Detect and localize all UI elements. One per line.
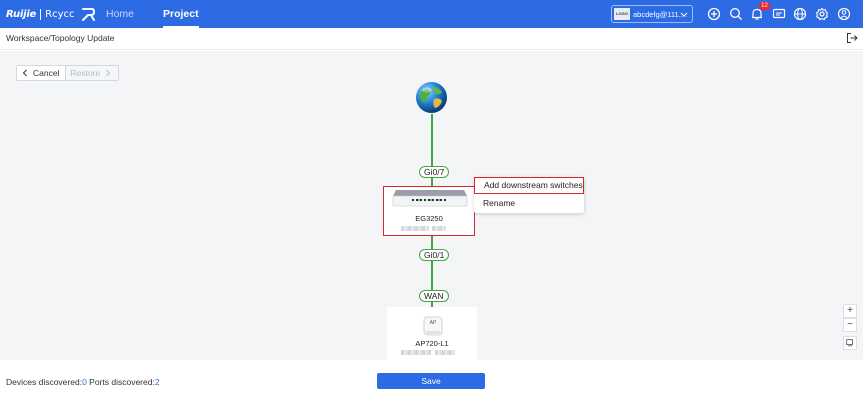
message-icon[interactable] bbox=[772, 7, 786, 21]
footer-bar: Devices discovered:0 Ports discovered:2 … bbox=[0, 360, 863, 403]
devices-discovered-label: Devices discovered: bbox=[6, 377, 83, 387]
internet-globe-icon[interactable] bbox=[415, 81, 448, 114]
gateway-masked-ip bbox=[432, 226, 446, 231]
ap-name: AP720-L1 bbox=[415, 339, 449, 348]
menu-item-add-downstream-switches[interactable]: Add downstream switches bbox=[474, 177, 584, 194]
port-label-uplink: Gi0/7 bbox=[419, 166, 450, 178]
zoom-out-button[interactable]: − bbox=[843, 318, 857, 332]
tab-home[interactable]: Home bbox=[106, 0, 134, 28]
chevron-right-icon bbox=[106, 69, 111, 77]
logo-mark-icon bbox=[81, 8, 95, 21]
logo-sub-text: Rcycc bbox=[45, 8, 75, 20]
add-circle-icon[interactable] bbox=[707, 7, 721, 21]
topology-canvas[interactable]: Cancel Restore Gi0/7 Gi0/1 WAN EG3250 Ad… bbox=[0, 51, 863, 360]
gateway-name: EG3250 bbox=[415, 214, 443, 223]
top-header: Ruijie Rcycc Home Project LOGO abcdefg@1… bbox=[0, 0, 863, 28]
cancel-button[interactable]: Cancel bbox=[17, 66, 67, 80]
fit-view-button[interactable] bbox=[843, 336, 857, 350]
port-label-ap-wan: WAN bbox=[419, 290, 449, 302]
brand-logo[interactable]: Ruijie Rcycc bbox=[6, 5, 96, 23]
ports-discovered-count[interactable]: 2 bbox=[155, 377, 160, 387]
breadcrumb: Workspace/Topology Update bbox=[6, 33, 115, 43]
save-button[interactable]: Save bbox=[377, 373, 485, 389]
chevron-down-icon bbox=[680, 12, 688, 17]
restore-label: Restore bbox=[70, 68, 101, 78]
globe-icon[interactable] bbox=[793, 7, 807, 21]
notification-badge: 12 bbox=[759, 2, 770, 10]
access-point-icon bbox=[423, 316, 443, 336]
history-button-group: Cancel Restore bbox=[16, 65, 120, 81]
discovery-stats: Devices discovered:0 Ports discovered:2 bbox=[6, 377, 160, 387]
port-label-downlink: Gi0/1 bbox=[419, 249, 450, 261]
switch-device-icon bbox=[392, 190, 468, 207]
logo-separator bbox=[40, 8, 42, 20]
settings-icon[interactable] bbox=[815, 7, 829, 21]
breadcrumb-bar: Workspace/Topology Update bbox=[0, 28, 863, 50]
restore-button[interactable]: Restore bbox=[66, 66, 119, 80]
tab-project[interactable]: Project bbox=[163, 0, 199, 28]
context-menu: Add downstream switches Rename bbox=[474, 177, 584, 213]
exit-icon[interactable] bbox=[846, 32, 858, 44]
cancel-label: Cancel bbox=[33, 68, 60, 78]
ap-masked-serial bbox=[401, 350, 431, 355]
fit-view-icon bbox=[846, 339, 853, 347]
logo-brand-text: Ruijie bbox=[6, 8, 37, 20]
account-selector[interactable]: LOGO abcdefg@111.... bbox=[611, 5, 693, 23]
chevron-left-icon bbox=[22, 69, 27, 77]
search-icon[interactable] bbox=[729, 7, 743, 21]
zoom-in-button[interactable]: + bbox=[843, 304, 857, 318]
user-icon[interactable] bbox=[837, 7, 851, 21]
ap-device-card[interactable]: AP AP720-L1 bbox=[387, 307, 477, 360]
gateway-masked-serial bbox=[401, 226, 429, 231]
account-logo: LOGO bbox=[614, 8, 630, 20]
ap-icon-text: AP bbox=[429, 320, 437, 326]
ap-masked-ip bbox=[435, 350, 455, 355]
menu-item-rename[interactable]: Rename bbox=[474, 195, 584, 211]
gateway-device-card[interactable]: EG3250 bbox=[383, 186, 475, 236]
ports-discovered-label: Ports discovered: bbox=[86, 377, 155, 387]
